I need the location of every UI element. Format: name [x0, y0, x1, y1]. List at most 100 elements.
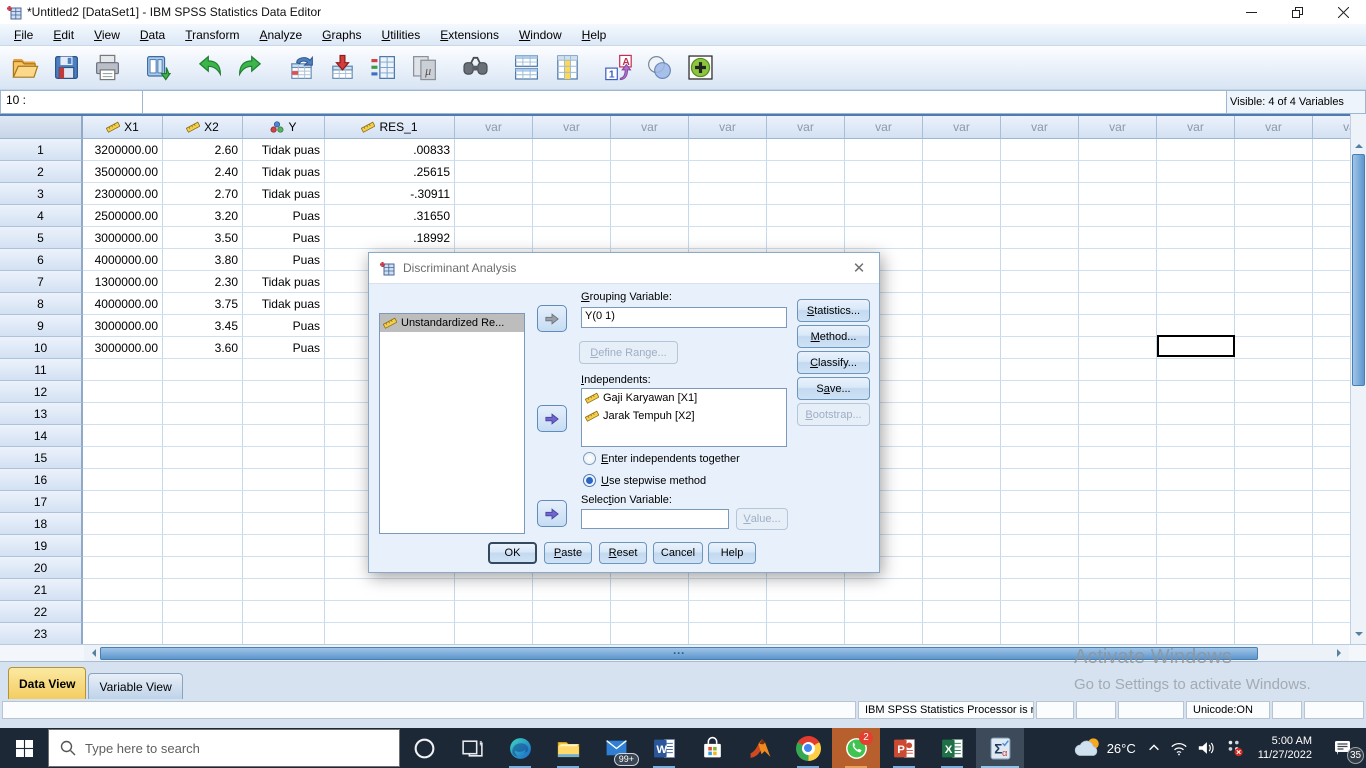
cell[interactable]: [611, 161, 689, 183]
column-header-var[interactable]: var: [689, 116, 767, 139]
cell[interactable]: [243, 623, 325, 645]
menu-file[interactable]: File: [4, 26, 43, 44]
classify-button[interactable]: Classify...: [797, 351, 870, 374]
cell[interactable]: [1001, 469, 1079, 491]
cell[interactable]: [533, 161, 611, 183]
cell[interactable]: [1157, 557, 1235, 579]
cell[interactable]: [455, 183, 533, 205]
cell[interactable]: [845, 139, 923, 161]
menu-window[interactable]: Window: [509, 26, 572, 44]
cell[interactable]: 3200000.00: [83, 139, 163, 161]
cell[interactable]: [1313, 557, 1350, 579]
cell[interactable]: [1157, 227, 1235, 249]
cell[interactable]: [83, 557, 163, 579]
cell[interactable]: [1313, 601, 1350, 623]
go-to-variable-icon-button[interactable]: [322, 49, 363, 87]
cell[interactable]: [1313, 139, 1350, 161]
cell[interactable]: [1313, 513, 1350, 535]
ok-button[interactable]: OK: [488, 542, 537, 564]
row-header[interactable]: 9: [0, 315, 83, 337]
row-header[interactable]: 5: [0, 227, 83, 249]
cell[interactable]: [1157, 447, 1235, 469]
cell[interactable]: [533, 205, 611, 227]
cell[interactable]: [1079, 139, 1157, 161]
cell[interactable]: 2.40: [163, 161, 243, 183]
cell[interactable]: [923, 183, 1001, 205]
cell[interactable]: [923, 403, 1001, 425]
cell[interactable]: [1079, 557, 1157, 579]
cell[interactable]: 2300000.00: [83, 183, 163, 205]
scroll-up-arrow-icon[interactable]: [1355, 140, 1363, 148]
cell[interactable]: Puas: [243, 205, 325, 227]
cell[interactable]: [1079, 227, 1157, 249]
cell[interactable]: [767, 227, 845, 249]
cell[interactable]: Tidak puas: [243, 161, 325, 183]
cell[interactable]: [83, 425, 163, 447]
cell[interactable]: [1235, 183, 1313, 205]
cell[interactable]: Puas: [243, 249, 325, 271]
cell[interactable]: [533, 601, 611, 623]
cell[interactable]: [1001, 359, 1079, 381]
cell[interactable]: [1001, 535, 1079, 557]
cell[interactable]: [1079, 271, 1157, 293]
cell[interactable]: [923, 491, 1001, 513]
method-button[interactable]: Method...: [797, 325, 870, 348]
cell[interactable]: [83, 469, 163, 491]
cell[interactable]: [1001, 293, 1079, 315]
menu-graphs[interactable]: Graphs: [312, 26, 371, 44]
cell[interactable]: [1079, 293, 1157, 315]
cell[interactable]: 3000000.00: [83, 315, 163, 337]
cell[interactable]: [1079, 183, 1157, 205]
cell[interactable]: [1235, 513, 1313, 535]
task-view-button[interactable]: [448, 728, 496, 768]
cell[interactable]: [1235, 491, 1313, 513]
print-icon-button[interactable]: [87, 49, 128, 87]
cell[interactable]: [325, 623, 455, 645]
cell[interactable]: [1079, 491, 1157, 513]
dialog-close-icon[interactable]: ✕: [839, 259, 879, 277]
source-variables-list[interactable]: Unstandardized Re...: [379, 313, 525, 534]
cell[interactable]: [455, 205, 533, 227]
menu-transform[interactable]: Transform: [175, 26, 249, 44]
cell[interactable]: [923, 139, 1001, 161]
cell[interactable]: [163, 535, 243, 557]
cell[interactable]: [1235, 337, 1313, 359]
cell[interactable]: 2.30: [163, 271, 243, 293]
taskbar-store-icon[interactable]: [688, 728, 736, 768]
row-header[interactable]: 16: [0, 469, 83, 491]
cell[interactable]: [1313, 579, 1350, 601]
cell[interactable]: [1001, 183, 1079, 205]
cell[interactable]: [1235, 381, 1313, 403]
cell[interactable]: [611, 139, 689, 161]
move-selection-arrow-button[interactable]: [537, 500, 567, 527]
cell[interactable]: [83, 513, 163, 535]
taskbar-excel-icon[interactable]: X: [928, 728, 976, 768]
cell[interactable]: [1079, 469, 1157, 491]
row-header[interactable]: 15: [0, 447, 83, 469]
row-header[interactable]: 23: [0, 623, 83, 645]
taskbar-file-explorer-icon[interactable]: [544, 728, 592, 768]
independents-list[interactable]: Gaji Karyawan [X1]Jarak Tempuh [X2]: [581, 388, 787, 447]
cell[interactable]: [1157, 601, 1235, 623]
cell[interactable]: [1235, 227, 1313, 249]
cell[interactable]: 3.45: [163, 315, 243, 337]
cell[interactable]: [1157, 139, 1235, 161]
cell[interactable]: [1313, 315, 1350, 337]
cell[interactable]: [1001, 161, 1079, 183]
cell[interactable]: [923, 469, 1001, 491]
dialog-title-bar[interactable]: Discriminant Analysis ✕: [369, 253, 879, 284]
help-button[interactable]: Help: [708, 542, 756, 564]
value-button[interactable]: Value...: [736, 508, 788, 530]
save-file-icon-button[interactable]: [46, 49, 87, 87]
cell[interactable]: [1079, 381, 1157, 403]
cell[interactable]: [163, 623, 243, 645]
cell[interactable]: [1313, 535, 1350, 557]
row-header[interactable]: 3: [0, 183, 83, 205]
cell[interactable]: [1313, 359, 1350, 381]
cell[interactable]: [243, 469, 325, 491]
column-header-res-1[interactable]: RES_1: [325, 116, 455, 139]
cell[interactable]: [1313, 183, 1350, 205]
cell[interactable]: [163, 447, 243, 469]
move-independents-arrow-button[interactable]: [537, 405, 567, 432]
weight-cases-icon-button[interactable]: [547, 49, 588, 87]
